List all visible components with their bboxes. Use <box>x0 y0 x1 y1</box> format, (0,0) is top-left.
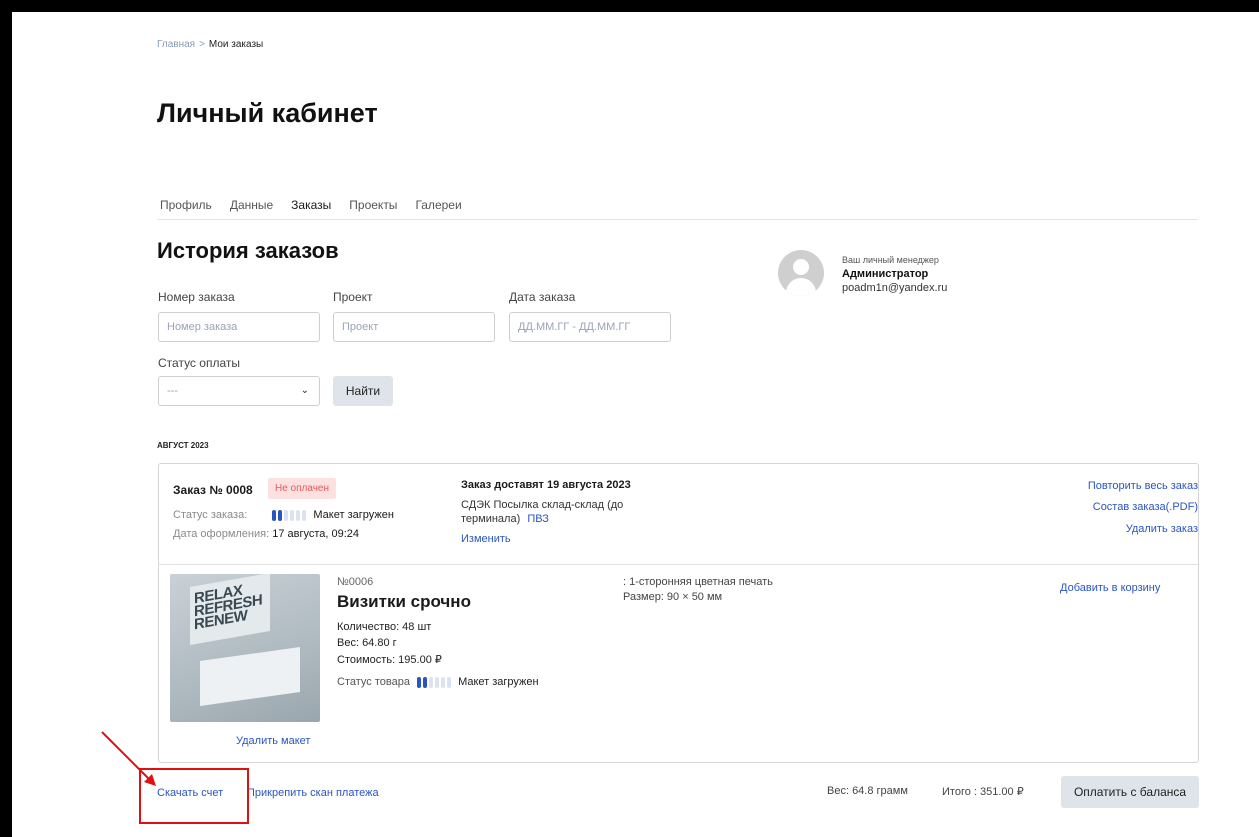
payment-status-badge: Не оплачен <box>268 478 337 499</box>
find-button[interactable]: Найти <box>333 376 393 406</box>
product-spec-size: Размер: 90 × 50 мм <box>623 591 723 603</box>
manager-name: Администратор <box>842 268 929 280</box>
payment-status-select[interactable]: --- ⌄ <box>158 376 320 406</box>
chevron-down-icon: ⌄ <box>300 385 309 396</box>
project-input[interactable]: Проект <box>333 312 495 342</box>
manager-email[interactable]: poadm1n@yandex.ru <box>842 282 947 294</box>
tab-data[interactable]: Данные <box>230 198 273 219</box>
month-group-label: АВГУСТ 2023 <box>157 441 209 450</box>
tab-galleries[interactable]: Галереи <box>415 198 461 219</box>
progress-step <box>278 509 283 521</box>
progress-step <box>290 509 295 521</box>
progress-step <box>272 509 277 521</box>
order-date-row: Дата оформления: 17 августа, 09:24 <box>173 528 359 540</box>
breadcrumb-current: Мои заказы <box>208 39 264 50</box>
progress-step <box>435 676 439 688</box>
page: Главная > Мои заказы Личный кабинет Профил… <box>12 12 1259 837</box>
attach-payment-scan-link[interactable]: Прикрепить скан платежа <box>247 787 379 799</box>
annotation-arrow-icon <box>101 731 156 786</box>
footer-weight: Вес: 64.8 грамм <box>827 785 908 797</box>
product-status-value: Макет загружен <box>458 676 539 688</box>
delivery-title: Заказ доставят 19 августа 2023 <box>461 479 631 491</box>
pay-from-balance-button[interactable]: Оплатить с баланса <box>1061 776 1199 808</box>
tab-orders[interactable]: Заказы <box>291 198 331 219</box>
thumbnail-box-front: RELAX REFRESH RENEW <box>190 574 270 646</box>
avatar-body-shape <box>786 278 816 296</box>
product-number: №0006 <box>337 576 374 588</box>
delete-order-link[interactable]: Удалить заказ <box>1126 523 1198 535</box>
order-status-value: Макет загружен <box>313 509 394 521</box>
order-card-divider <box>158 564 1199 565</box>
breadcrumb: Главная > Мои заказы <box>157 39 263 50</box>
thumbnail-card-stack <box>200 646 300 707</box>
project-label: Проект <box>333 290 373 304</box>
progress-step <box>302 509 307 521</box>
order-date-input[interactable]: ДД.ММ.ГГ - ДД.ММ.ГГ <box>509 312 671 342</box>
product-weight: Вес: 64.80 г <box>337 637 397 649</box>
tab-projects[interactable]: Проекты <box>349 198 397 219</box>
product-status-row: Статус товара Макет загружен <box>337 676 539 688</box>
order-composition-pdf-link[interactable]: Состав заказа(.PDF) <box>1093 501 1198 513</box>
progress-step <box>423 676 427 688</box>
footer-total: Итого : 351.00 ₽ <box>942 786 1024 798</box>
page-title: Личный кабинет <box>157 98 378 128</box>
product-spec-print: : 1-сторонняя цветная печать <box>623 576 773 588</box>
payment-status-value: --- <box>167 385 178 397</box>
progress-step <box>296 509 301 521</box>
delivery-method: СДЭК Посылка склад-склад (до терминала) … <box>461 498 671 526</box>
order-status-progress <box>272 509 307 521</box>
add-to-cart-link[interactable]: Добавить в корзину <box>1060 582 1160 594</box>
progress-step <box>417 676 421 688</box>
breadcrumb-home-link[interactable]: Главная <box>157 39 195 50</box>
change-delivery-link[interactable]: Изменить <box>461 533 511 545</box>
order-status-label: Статус заказа: <box>173 509 248 521</box>
repeat-order-link[interactable]: Повторить весь заказ <box>1088 480 1198 492</box>
tab-profile[interactable]: Профиль <box>160 198 212 219</box>
product-title: Визитки срочно <box>337 592 471 611</box>
manager-avatar <box>778 250 824 296</box>
product-status-label: Статус товара <box>337 676 410 688</box>
order-number-label: Номер заказа <box>158 290 235 304</box>
order-date-value: 17 августа, 09:24 <box>272 528 360 540</box>
delete-maket-link[interactable]: Удалить макет <box>236 735 310 747</box>
order-date-label: Дата оформления: <box>173 528 270 540</box>
breadcrumb-separator: > <box>199 39 205 50</box>
progress-step <box>284 509 289 521</box>
section-title: История заказов <box>157 238 339 263</box>
avatar-head-shape <box>793 259 809 275</box>
product-status-progress <box>417 676 451 688</box>
order-date-label: Дата заказа <box>509 290 576 304</box>
progress-step <box>441 676 445 688</box>
progress-step <box>429 676 433 688</box>
manager-caption: Ваш личный менеджер <box>842 255 939 265</box>
product-quantity: Количество: 48 шт <box>337 621 432 633</box>
payment-status-label: Статус оплаты <box>158 356 240 370</box>
progress-step <box>447 676 451 688</box>
product-thumbnail[interactable]: RELAX REFRESH RENEW <box>170 574 320 722</box>
order-number: Заказ № 0008 <box>173 483 253 497</box>
tabs: Профиль Данные Заказы Проекты Галереи <box>157 198 1198 220</box>
delivery-point-link[interactable]: ПВЗ <box>527 513 549 525</box>
thumbnail-text: RELAX REFRESH RENEW <box>194 581 263 634</box>
product-cost: Стоимость: 195.00 ₽ <box>337 654 442 666</box>
order-status-row: Статус заказа: Макет загружен <box>173 509 394 521</box>
order-number-input[interactable]: Номер заказа <box>158 312 320 342</box>
